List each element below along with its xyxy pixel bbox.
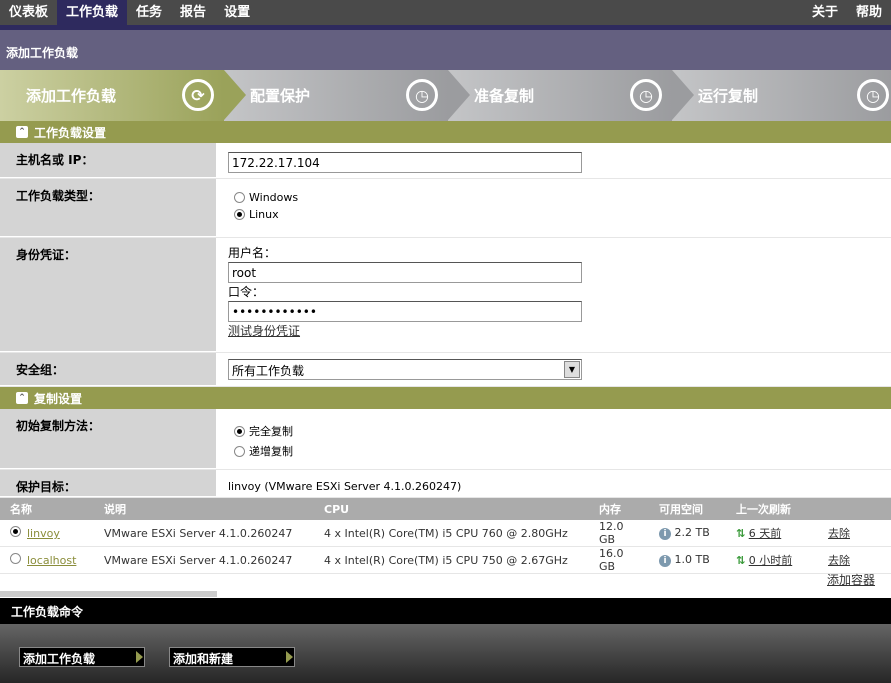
target-table: 名称 说明 CPU 内存 可用空间 上一次刷新 linvoy VMware ES… <box>0 498 891 574</box>
workload-type-label: 工作负载类型： <box>0 179 216 237</box>
nav-reports[interactable]: 报告 <box>171 0 215 25</box>
select-value: 所有工作负载 <box>232 364 305 378</box>
cell-memory: 12.0 GB <box>589 520 649 547</box>
nav-about[interactable]: 关于 <box>803 0 847 25</box>
protection-target-value: linvoy (VMware ESXi Server 4.1.0.260247) <box>228 480 462 493</box>
radio-full-replication[interactable]: 完全复制 <box>234 423 873 439</box>
refresh-arrows-icon[interactable]: ⇅ <box>736 527 745 540</box>
step-prepare-replication: 准备复制 ◷ <box>448 70 694 121</box>
nav-settings[interactable]: 设置 <box>215 0 259 25</box>
section-title: 工作负载设置 <box>34 125 107 140</box>
add-workload-button[interactable]: 添加工作负载 <box>19 647 145 667</box>
security-group-select[interactable]: 所有工作负载 ▼ <box>228 359 582 380</box>
cell-desc: VMware ESXi Server 4.1.0.260247 <box>94 520 314 547</box>
clock-icon: ◷ <box>857 79 889 111</box>
collapse-icon[interactable]: ⌃ <box>16 126 28 138</box>
nav-workloads[interactable]: 工作负载 <box>57 0 128 25</box>
add-and-new-button[interactable]: 添加和新建 <box>169 647 295 667</box>
step-label: 配置保护 <box>250 87 311 105</box>
table-row: linvoy VMware ESXi Server 4.1.0.260247 4… <box>0 520 891 547</box>
add-container-link[interactable]: 添加容器 <box>827 571 875 588</box>
dropdown-arrow-icon[interactable]: ▼ <box>564 361 580 378</box>
radio-label: 递增复制 <box>249 445 293 458</box>
remove-link[interactable]: 去除 <box>828 527 850 540</box>
nav-help[interactable]: 帮助 <box>847 0 891 25</box>
wizard-steps: 添加工作负载 ⟳ 配置保护 ◷ 准备复制 ◷ 运行复制 ◷ <box>0 70 891 121</box>
initial-method-label: 初始复制方法： <box>0 409 216 469</box>
cell-free: 1.0 TB <box>674 553 710 566</box>
commands-bar: 添加工作负载 添加和新建 <box>0 624 891 683</box>
username-label: 用户名： <box>228 246 277 260</box>
commands-title: 工作负载命令 <box>0 598 891 624</box>
collapse-icon[interactable]: ⌃ <box>16 392 28 404</box>
refresh-icon: ⟳ <box>182 79 214 111</box>
step-label: 准备复制 <box>474 87 535 105</box>
password-label: 口令： <box>228 285 265 299</box>
nav-tasks[interactable]: 任务 <box>127 0 171 25</box>
refresh-link[interactable]: 6 天前 <box>749 527 782 540</box>
info-icon[interactable]: i <box>659 528 671 540</box>
section-workload-settings[interactable]: ⌃ 工作负载设置 <box>0 121 891 143</box>
refresh-arrows-icon[interactable]: ⇅ <box>736 554 745 567</box>
refresh-link[interactable]: 0 小时前 <box>749 554 793 567</box>
cell-cpu: 4 x Intel(R) Core(TM) i5 CPU 760 @ 2.80G… <box>314 520 589 547</box>
remove-link[interactable]: 去除 <box>828 554 850 567</box>
host-label: 主机名或 IP： <box>0 143 216 178</box>
cell-memory: 16.0 GB <box>589 546 649 574</box>
nav-spacer <box>259 0 803 25</box>
target-name-link[interactable]: linvoy <box>27 527 60 540</box>
radio-linux[interactable]: Linux <box>234 208 873 221</box>
step-configure-protection: 配置保护 ◷ <box>224 70 470 121</box>
credentials-label: 身份凭证： <box>0 238 216 352</box>
step-label: 添加工作负载 <box>26 87 117 105</box>
clock-icon: ◷ <box>406 79 438 111</box>
radio-incremental-replication[interactable]: 递增复制 <box>234 443 873 459</box>
username-input[interactable] <box>228 262 582 283</box>
cell-desc: VMware ESXi Server 4.1.0.260247 <box>94 546 314 574</box>
host-input[interactable] <box>228 152 582 173</box>
top-nav: 仪表板 工作负载 任务 报告 设置 关于 帮助 <box>0 0 891 25</box>
test-credentials-link[interactable]: 测试身份凭证 <box>228 324 300 338</box>
row-radio[interactable] <box>10 553 21 564</box>
cell-cpu: 4 x Intel(R) Core(TM) i5 CPU 750 @ 2.67G… <box>314 546 589 574</box>
step-add-workload: 添加工作负载 ⟳ <box>0 70 246 121</box>
radio-label: Windows <box>249 191 299 204</box>
protection-target-label: 保护目标： <box>0 470 216 497</box>
scroll-area-bar[interactable] <box>0 591 217 597</box>
nav-dashboard[interactable]: 仪表板 <box>0 0 57 25</box>
col-cpu: CPU <box>314 498 589 520</box>
step-run-replication: 运行复制 ◷ <box>672 70 891 121</box>
cell-free: 2.2 TB <box>674 526 710 539</box>
security-group-label: 安全组： <box>0 353 216 386</box>
radio-label: Linux <box>249 208 279 221</box>
col-description: 说明 <box>94 498 314 520</box>
step-label: 运行复制 <box>698 87 759 105</box>
radio-label: 完全复制 <box>249 425 293 438</box>
col-memory: 内存 <box>589 498 649 520</box>
target-name-link[interactable]: localhost <box>27 554 76 567</box>
password-input[interactable] <box>228 301 582 322</box>
col-last-refresh: 上一次刷新 <box>726 498 818 520</box>
section-replication-settings[interactable]: ⌃ 复制设置 <box>0 387 891 409</box>
col-name: 名称 <box>0 498 94 520</box>
section-title: 复制设置 <box>34 391 83 406</box>
table-row: localhost VMware ESXi Server 4.1.0.26024… <box>0 546 891 574</box>
radio-windows[interactable]: Windows <box>234 191 873 204</box>
col-free-space: 可用空间 <box>649 498 726 520</box>
row-radio[interactable] <box>10 526 21 537</box>
clock-icon: ◷ <box>630 79 662 111</box>
info-icon[interactable]: i <box>659 555 671 567</box>
col-actions <box>818 498 891 520</box>
page-title: 添加工作负载 <box>0 30 891 70</box>
